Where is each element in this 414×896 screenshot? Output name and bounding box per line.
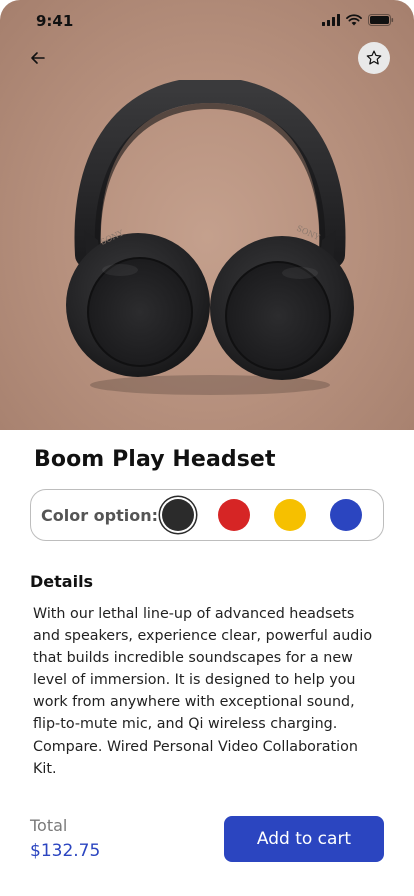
status-bar: 9:41	[0, 0, 414, 44]
details-description: With our lethal line-up of advanced head…	[33, 606, 373, 777]
total-price: $132.75	[30, 841, 101, 861]
star-icon	[366, 50, 382, 65]
details-heading: Details	[30, 572, 94, 591]
status-icons	[322, 14, 394, 26]
color-swatch-yellow[interactable]	[274, 499, 306, 531]
back-button[interactable]	[24, 44, 52, 72]
battery-icon	[368, 14, 394, 26]
color-option-label: Color option:	[41, 505, 159, 525]
total-label: Total	[30, 816, 68, 835]
color-option-selector: Color option:	[30, 489, 384, 541]
wifi-icon	[346, 14, 362, 26]
favorite-button[interactable]	[358, 42, 390, 74]
headphones-image: SONY SONY	[66, 80, 354, 395]
product-title: Boom Play Headset	[34, 447, 276, 472]
color-swatch-black[interactable]	[162, 499, 194, 531]
color-swatch-red[interactable]	[218, 499, 250, 531]
add-to-cart-button[interactable]: Add to cart	[224, 816, 384, 862]
color-swatch-blue[interactable]	[330, 499, 362, 531]
arrow-left-icon	[31, 52, 45, 64]
signal-icon	[322, 14, 340, 26]
product-screen: 9:41 SONY SONY Boom Play Headset Color o…	[0, 0, 414, 896]
status-time: 9:41	[36, 12, 74, 30]
product-hero: 9:41 SONY SONY	[0, 0, 414, 430]
